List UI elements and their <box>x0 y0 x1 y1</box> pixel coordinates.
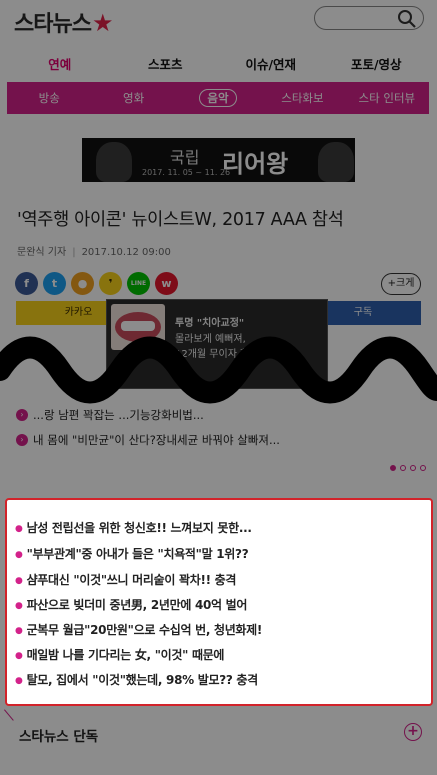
ad-headline: 투명 "치아교정" <box>175 318 245 329</box>
font-size-button[interactable]: +크게 <box>381 273 421 295</box>
sponsored-link[interactable]: ● 남성 전립선을 위한 청신호!! 느껴보지 못한... <box>15 519 252 536</box>
plus-icon[interactable]: + <box>404 723 422 741</box>
sponsored-link[interactable]: ● 파산으로 빚더미 중년男, 2년만에 40억 벌어 <box>15 596 247 613</box>
banner-brand: 국립 <box>170 148 200 167</box>
subtab-music[interactable]: 음악 <box>176 89 260 107</box>
sponsored-link[interactable]: ● 군복무 월급"20만원"으로 수십억 번, 청년화제! <box>15 621 262 638</box>
share-buttons: f t ● ❜ LINE w <box>15 272 178 296</box>
facebook-icon[interactable]: f <box>15 272 38 295</box>
search-icon[interactable] <box>397 9 417 29</box>
kakaotalk-icon[interactable]: ❜ <box>99 272 122 295</box>
actor-portrait-right <box>318 142 354 182</box>
twitter-icon[interactable]: t <box>43 272 66 295</box>
weibo-icon[interactable]: w <box>155 272 178 295</box>
sponsored-link[interactable]: ● "부부관계"중 아내가 들은 "치욕적"말 1위?? <box>15 545 249 562</box>
torn-edge-divider <box>0 336 437 404</box>
sponsored-link[interactable]: ● 탈모, 집에서 "이것"했는데, 98% 발모?? 충격 <box>15 671 258 688</box>
actor-portrait-left <box>96 142 132 182</box>
article-title: '역주행 아이콘' 뉴이스트W, 2017 AAA 참석 <box>17 210 344 230</box>
article-date: 2017.10.12 09:00 <box>81 247 171 258</box>
tab-entertainment[interactable]: 연예 <box>7 48 113 82</box>
sub-nav: 방송 영화 음악 스타화보 스타 인터뷰 <box>7 82 429 114</box>
search-input[interactable] <box>314 6 424 30</box>
related-link[interactable]: › 내 몸에 "비만균"이 산다?장내세균 바꿔야 살빠져... <box>16 432 280 448</box>
kakaostory-icon[interactable]: ● <box>71 272 94 295</box>
section-title: 스타뉴스 단독 <box>19 729 99 745</box>
logo-star-icon: ★ <box>91 9 113 37</box>
line-icon[interactable]: LINE <box>127 272 150 295</box>
site-header: 스타뉴스★ <box>0 0 437 40</box>
pager-dot[interactable] <box>400 465 406 471</box>
subtab-broadcast[interactable]: 방송 <box>7 90 91 106</box>
pager-dots <box>390 465 426 471</box>
main-nav: 연예 스포츠 이슈/연재 포토/영상 <box>7 48 429 82</box>
site-logo[interactable]: 스타뉴스★ <box>14 6 113 38</box>
subtab-movie[interactable]: 영화 <box>91 90 175 106</box>
reporter-name: 문완식 기자 <box>17 247 67 258</box>
subtab-star-photo[interactable]: 스타화보 <box>260 90 344 106</box>
ad-banner[interactable]: 국립 리어왕 2017. 11. 05 ~ 11. 26 <box>82 138 355 182</box>
sponsored-link[interactable]: ● 매일밤 나를 기다리는 女, "이것" 때문에 <box>15 646 224 663</box>
tab-sports[interactable]: 스포츠 <box>113 48 219 82</box>
logo-text: 스타뉴스 <box>14 12 92 37</box>
pager-dot[interactable] <box>420 465 426 471</box>
arrow-icon: › <box>16 409 28 421</box>
banner-title: 리어왕 <box>222 150 289 178</box>
subtab-star-interview[interactable]: 스타 인터뷰 <box>345 90 429 106</box>
tab-issues[interactable]: 이슈/연재 <box>218 48 324 82</box>
exclusive-section: 스타뉴스 단독 + <box>7 713 429 775</box>
pager-dot[interactable] <box>410 465 416 471</box>
sponsored-links-box: ● 남성 전립선을 위한 청신호!! 느껴보지 못한... ● "부부관계"중 아내… <box>5 498 433 706</box>
byline: 문완식 기자 | 2017.10.12 09:00 <box>17 247 171 258</box>
sponsored-link[interactable]: ● 샴푸대신 "이것"쓰니 머리숱이 꽉차!! 충격 <box>15 571 236 588</box>
tab-photo-video[interactable]: 포토/영상 <box>324 48 430 82</box>
pager-dot[interactable] <box>390 465 396 471</box>
banner-dates: 2017. 11. 05 ~ 11. 26 <box>142 168 231 177</box>
arrow-icon: › <box>16 434 28 446</box>
